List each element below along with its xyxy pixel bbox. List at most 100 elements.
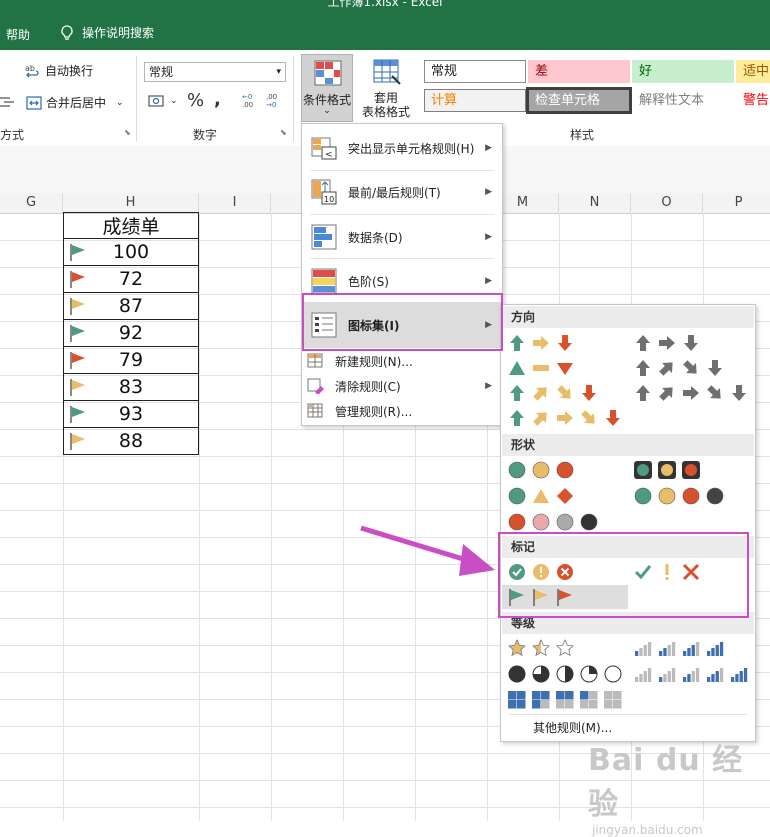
flag-green-icon <box>509 589 524 606</box>
menu-item-label: 数据条(D) <box>348 230 403 245</box>
tell-me-label: 操作说明搜索 <box>82 26 155 40</box>
menu-item-data-bars[interactable]: 数据条(D) ▶ <box>302 222 502 252</box>
wrap-text-button[interactable]: ab 自动换行 <box>25 62 93 79</box>
wrap-text-label: 自动换行 <box>45 64 94 78</box>
cell-style-1[interactable]: 差 <box>528 60 630 83</box>
table-row[interactable]: 79 <box>63 347 199 374</box>
iconset-3-signs[interactable] <box>507 486 575 506</box>
tell-me-search[interactable]: 操作说明搜索 <box>60 24 154 41</box>
iconset-3-arrows-colored[interactable] <box>507 333 575 353</box>
cell-style-6[interactable]: 解释性文本 <box>632 89 734 112</box>
table-row[interactable]: 83 <box>63 374 199 401</box>
iconset-5-arrows-gray[interactable] <box>633 383 749 403</box>
merge-center-button[interactable]: 合并后居中 ⌄ <box>26 94 124 111</box>
iconset-4-arrows-colored[interactable] <box>507 383 599 403</box>
eraser-icon <box>307 378 324 394</box>
table-header: 成绩单 <box>102 216 160 238</box>
menu-help[interactable]: 帮助 <box>6 26 30 43</box>
conditional-format-button[interactable]: 条件格式 ⌄ <box>301 54 353 122</box>
iconset-5-ratings[interactable] <box>633 664 749 684</box>
menu-item-highlight-rules[interactable]: < 突出显示单元格规则(H) ▶ <box>302 133 502 163</box>
chevron-down-icon: ⌄ <box>170 96 178 106</box>
table-row[interactable]: 93 <box>63 401 199 428</box>
cell-style-5[interactable]: 检查单元格 <box>526 87 632 114</box>
flag-red-icon <box>70 271 85 288</box>
iconset-3-traffic-lights-rimmed[interactable] <box>633 460 701 480</box>
flag-yellow-icon <box>70 298 85 315</box>
iconset-5-quarters[interactable] <box>507 664 623 684</box>
iconset-3-flags[interactable] <box>507 587 575 607</box>
menu-item-top-bottom[interactable]: 10 最前/最后规则(T) ▶ <box>302 177 502 207</box>
increase-decimal-icon[interactable]: ←0.00 <box>240 92 260 111</box>
iconset-glyph-icon <box>657 383 677 403</box>
menu-item-clear-rules[interactable]: 清除规则(C) ▶ <box>302 375 502 397</box>
iconset-glyph-icon <box>681 638 701 658</box>
cell-style-3[interactable]: 适中 <box>736 60 770 83</box>
dialog-launcher-icon[interactable]: ⬊ <box>280 128 287 137</box>
flag-green-icon <box>70 325 85 342</box>
cell-style-0[interactable]: 常规 <box>424 60 526 83</box>
table-row[interactable]: 72 <box>63 266 199 293</box>
indent-icon[interactable] <box>0 96 14 108</box>
iconset-glyph-icon <box>681 664 701 684</box>
svg-text:←0: ←0 <box>242 93 252 101</box>
column-header[interactable]: O <box>631 193 703 213</box>
decrease-decimal-icon[interactable]: .00 →0 <box>264 92 284 111</box>
table-header-cell[interactable]: 成绩单 <box>63 212 199 239</box>
menu-divider <box>310 170 494 171</box>
chevron-right-icon: ▶ <box>485 276 492 286</box>
window-title: 工作簿1.xlsx - Excel <box>327 0 443 9</box>
cell-style-4[interactable]: 计算 <box>424 89 526 112</box>
iconset-4-traffic-lights[interactable] <box>633 486 725 506</box>
format-as-table-button[interactable]: 套用 表格格式 <box>356 56 418 122</box>
menu-item-new-rule[interactable]: 新建规则(N)... <box>302 350 502 372</box>
iconset-glyph-icon <box>633 358 653 378</box>
iconset-glyph-icon <box>507 383 527 403</box>
cell-style-2[interactable]: 好 <box>632 60 734 83</box>
iconset-5-boxes[interactable] <box>507 690 623 710</box>
iconset-3-stars[interactable] <box>507 638 575 658</box>
table-row[interactable]: 87 <box>63 293 199 320</box>
table-row[interactable]: 92 <box>63 320 199 347</box>
iconset-3-arrows-gray[interactable] <box>633 333 701 353</box>
conditional-format-icon <box>314 60 342 86</box>
iconset-3-triangles[interactable] <box>507 358 575 378</box>
cell-styles-gallery: 常规差好适中计算 检查单元格 解释性文本 警告 <box>424 60 770 114</box>
dialog-launcher-icon[interactable]: ⬊ <box>124 128 131 137</box>
group-separator <box>293 56 294 142</box>
iconset-glyph-icon <box>705 638 725 658</box>
column-header[interactable]: N <box>559 193 631 213</box>
iconset-glyph-icon <box>603 408 623 428</box>
iconset-4-arrows-gray[interactable] <box>633 358 725 378</box>
iconset-glyph-icon <box>531 383 551 403</box>
iconset-glyph-icon <box>681 333 701 353</box>
iconset-3-traffic-lights[interactable] <box>507 460 575 480</box>
watermark: Bai du 经验 jingyan.baidu.com <box>588 735 770 837</box>
iconset-glyph-icon <box>531 486 551 506</box>
table-row[interactable]: 100 <box>63 239 199 266</box>
iconset-red-to-black[interactable] <box>507 512 599 532</box>
iconset-5-arrows-colored[interactable] <box>507 408 623 428</box>
table-row[interactable]: 88 <box>63 428 199 455</box>
accounting-format-button[interactable]: ⌄ <box>148 94 178 108</box>
number-format-combo[interactable]: 常规 ▾ <box>144 62 286 82</box>
menu-item-manage-rules[interactable]: 管理规则(R)... <box>302 400 502 422</box>
iconset-glyph-icon <box>681 460 701 480</box>
percent-icon[interactable]: % <box>187 90 204 111</box>
column-header[interactable]: P <box>703 193 770 213</box>
menu-item-label: 清除规则(C) <box>335 379 401 394</box>
comma-style-icon[interactable]: , <box>214 89 221 110</box>
column-header[interactable]: G <box>0 193 63 213</box>
column-header[interactable]: H <box>63 193 199 213</box>
iconset-4-ratings[interactable] <box>633 638 725 658</box>
flag-green-icon <box>70 406 85 423</box>
iconset-glyph-icon <box>531 587 551 607</box>
column-header[interactable]: I <box>199 193 271 213</box>
flag-red-icon <box>70 352 85 369</box>
menu-item-color-scales[interactable]: 色阶(S) ▶ <box>302 266 502 296</box>
iconset-glyph-icon <box>705 486 725 506</box>
cell-style-7[interactable]: 警告 <box>736 89 770 112</box>
more-rules-item[interactable]: 其他规则(M)... <box>533 719 612 736</box>
iconset-glyph-icon <box>531 638 551 658</box>
conditional-format-menu: < 突出显示单元格规则(H) ▶ 10 最前/最后规则(T) ▶ 数据条(D) … <box>301 123 503 426</box>
